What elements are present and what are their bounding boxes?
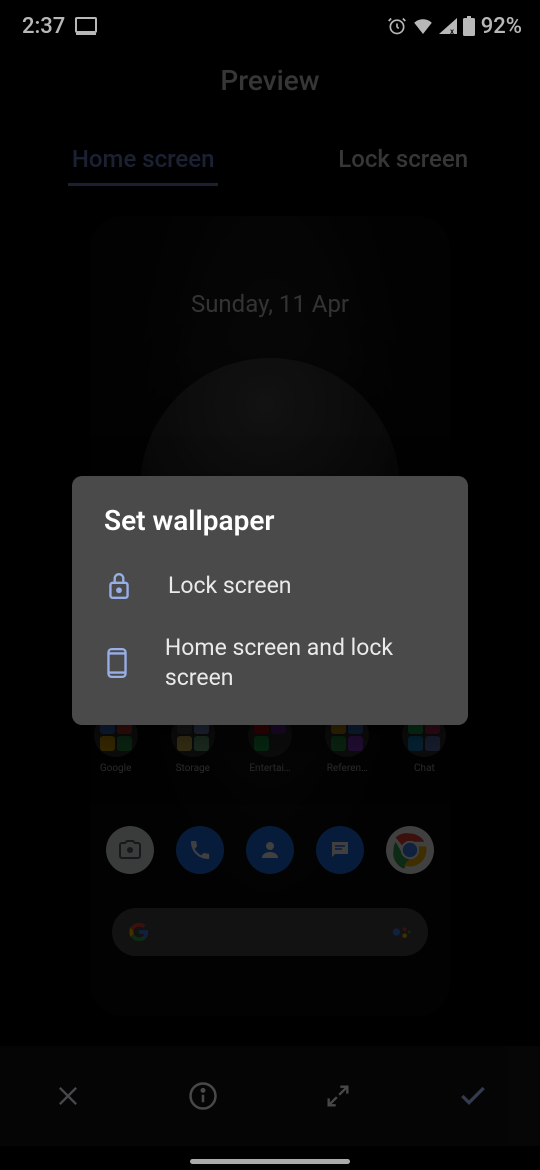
phone-frame-icon <box>104 647 131 679</box>
option-lock-screen[interactable]: Lock screen <box>72 555 468 617</box>
dialog-title: Set wallpaper <box>72 504 468 555</box>
lock-icon <box>104 571 134 601</box>
option-label: Lock screen <box>168 571 292 601</box>
option-home-and-lock[interactable]: Home screen and lock screen <box>72 617 468 709</box>
option-label: Home screen and lock screen <box>165 633 436 693</box>
set-wallpaper-dialog: Set wallpaper Lock screen Home screen an… <box>72 476 468 725</box>
